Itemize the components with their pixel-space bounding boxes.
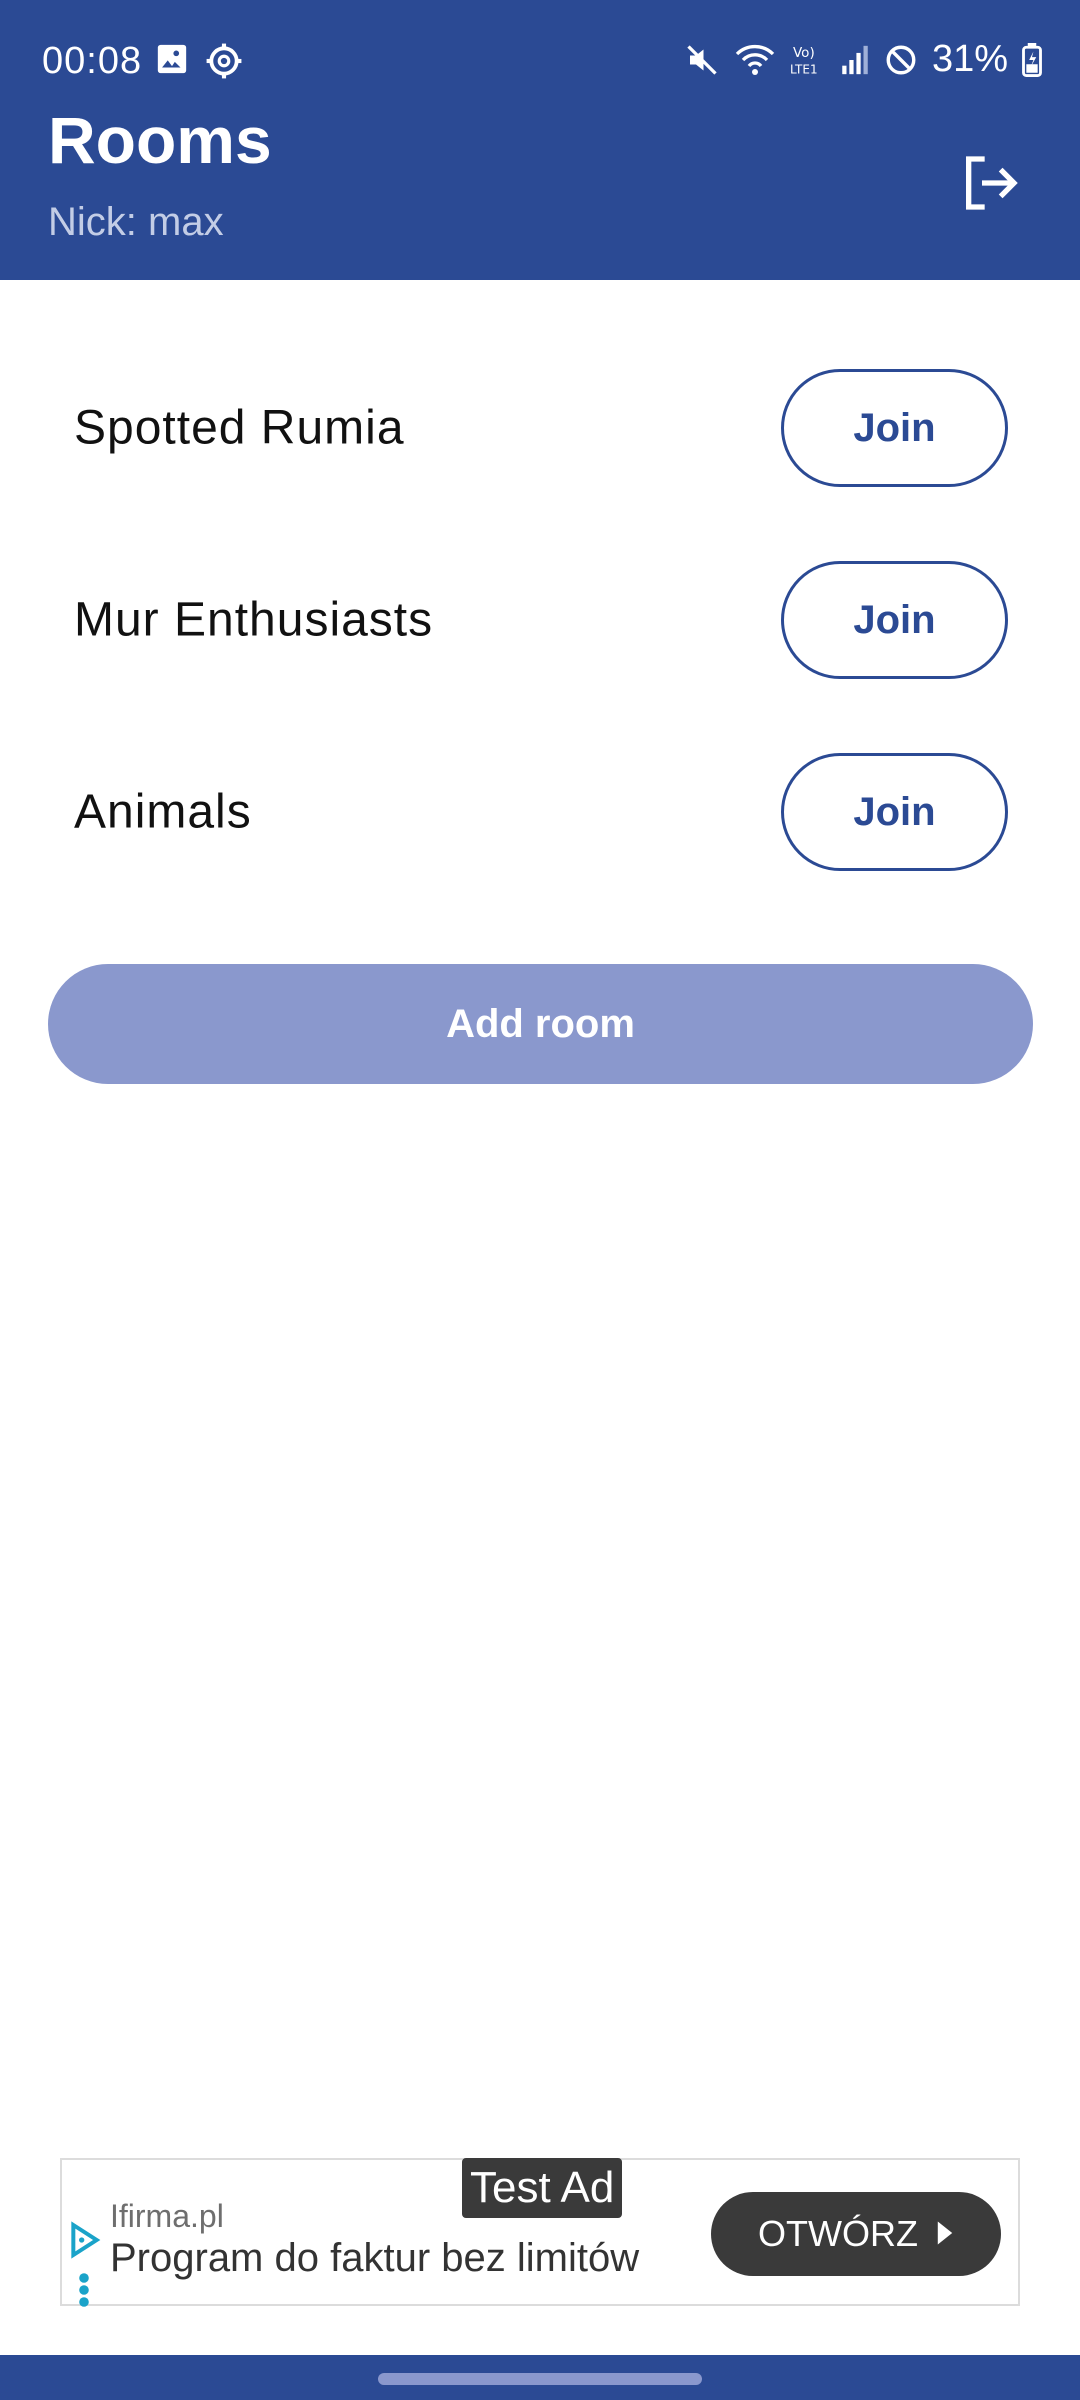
signal-icon: [840, 43, 870, 77]
room-row: Spotted Rumia Join: [0, 332, 1080, 524]
ad-advertiser: Ifirma.pl: [110, 2198, 224, 2234]
ad-choices-icon[interactable]: [68, 2220, 102, 2265]
ad-open-label: OTWÓRZ: [758, 2213, 918, 2254]
ad-headline: Program do faktur bez limitów: [110, 2236, 640, 2280]
room-name: Animals: [74, 785, 252, 839]
room-list: Spotted Rumia Join Mur Enthusiasts Join …: [0, 332, 1080, 908]
status-time: 00:08: [42, 40, 143, 82]
ad-open-button[interactable]: OTWÓRZ: [711, 2192, 1001, 2276]
volte-icon: Vo) LTE1: [790, 42, 826, 78]
mute-icon: [684, 42, 720, 78]
ad-banner[interactable]: Test Ad Ifirma.pl Program do faktur bez …: [60, 2158, 1020, 2307]
logout-button[interactable]: [950, 145, 1030, 225]
settings-icon: [205, 42, 243, 85]
room-row: Animals Join: [0, 716, 1080, 908]
nickname-label: Nick: max: [48, 200, 224, 244]
join-button[interactable]: Join: [781, 561, 1008, 679]
test-ad-badge: Test Ad: [462, 2158, 623, 2218]
app-header: 00:08 Vo) LTE1 31% Rooms Nick: max: [0, 0, 1080, 280]
join-button[interactable]: Join: [781, 753, 1008, 871]
join-button[interactable]: Join: [781, 369, 1008, 487]
home-handle[interactable]: [378, 2373, 702, 2385]
room-name: Mur Enthusiasts: [74, 593, 434, 647]
page-title: Rooms: [48, 103, 272, 177]
ad-menu-icon[interactable]: [78, 2272, 90, 2313]
battery-icon: [1022, 42, 1042, 77]
add-room-button[interactable]: Add room: [48, 964, 1033, 1084]
battery-percentage: 31%: [931, 38, 1008, 80]
logout-icon: [958, 151, 1022, 220]
svg-text:LTE1: LTE1: [790, 62, 818, 76]
rooms-screen: 00:08 Vo) LTE1 31% Rooms Nick: max Spott…: [0, 0, 1080, 2400]
room-name: Spotted Rumia: [74, 401, 405, 455]
dnd-icon: [884, 43, 918, 77]
svg-text:Vo): Vo): [793, 45, 815, 61]
image-icon: [155, 42, 189, 85]
navigation-bar: [0, 2355, 1080, 2400]
play-arrow-icon: [936, 2213, 954, 2255]
room-row: Mur Enthusiasts Join: [0, 524, 1080, 716]
wifi-icon: [734, 42, 776, 78]
